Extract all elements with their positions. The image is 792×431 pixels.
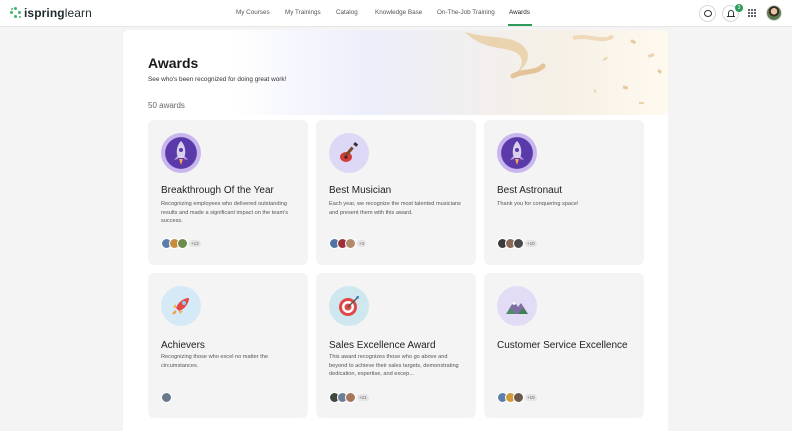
nav-knowledge-base[interactable]: Knowledge Base bbox=[375, 9, 422, 16]
awards-panel: Awards See who's been recognized for doi… bbox=[123, 30, 668, 431]
header-banner: Awards See who's been recognized for doi… bbox=[123, 30, 668, 115]
award-description: Each year, we recognize the most talente… bbox=[329, 201, 461, 216]
main-nav: My Courses My Trainings Catalog Knowledg… bbox=[0, 0, 792, 27]
guitar-icon bbox=[329, 133, 369, 173]
award-title: Sales Excellence Award bbox=[329, 340, 436, 351]
more-recipients-count: +10 bbox=[525, 239, 537, 247]
more-recipients-count: +19 bbox=[525, 393, 537, 401]
avatar bbox=[345, 237, 356, 249]
target-icon bbox=[329, 286, 369, 326]
award-description: Recognizing those who excel no matter th… bbox=[161, 354, 268, 369]
award-description: This award recognizes those who go above… bbox=[329, 354, 459, 377]
chat-button[interactable] bbox=[699, 5, 716, 22]
chat-bubble-icon bbox=[704, 10, 712, 17]
award-card[interactable]: Best Musician Each year, we recognize th… bbox=[316, 120, 476, 265]
award-title: Customer Service Excellence bbox=[497, 340, 628, 351]
rocket-medal-icon bbox=[161, 133, 201, 173]
avatar bbox=[177, 237, 188, 249]
apps-grid-icon[interactable] bbox=[748, 9, 756, 17]
active-nav-indicator bbox=[508, 24, 532, 26]
recipient-avatars[interactable]: +13 bbox=[161, 237, 201, 249]
recipient-avatars[interactable]: +10 bbox=[497, 237, 537, 249]
avatar bbox=[513, 391, 524, 403]
page-subtitle: See who's been recognized for doing grea… bbox=[148, 76, 287, 83]
nav-my-courses[interactable]: My Courses bbox=[236, 9, 270, 16]
award-card[interactable]: Sales Excellence Award This award recogn… bbox=[316, 273, 476, 418]
award-card[interactable]: Customer Service Excellence +19 bbox=[484, 273, 644, 418]
avatar bbox=[345, 391, 356, 403]
nav-catalog[interactable]: Catalog bbox=[336, 9, 358, 16]
page-title: Awards bbox=[148, 55, 199, 71]
user-avatar[interactable] bbox=[766, 5, 782, 21]
awards-count: 50 awards bbox=[148, 101, 185, 110]
rocket-icon bbox=[161, 286, 201, 326]
rocket-medal-icon bbox=[497, 133, 537, 173]
more-recipients-count: +3 bbox=[357, 239, 367, 247]
bell-icon-base bbox=[727, 16, 735, 18]
award-title: Best Astronaut bbox=[497, 185, 563, 196]
recipient-avatars[interactable]: +21 bbox=[329, 391, 369, 403]
award-title: Achievers bbox=[161, 340, 205, 351]
recipient-avatars[interactable]: +19 bbox=[497, 391, 537, 403]
award-title: Breakthrough Of the Year bbox=[161, 185, 274, 196]
recipient-avatars[interactable] bbox=[161, 391, 172, 403]
award-card[interactable]: Breakthrough Of the Year Recognizing emp… bbox=[148, 120, 308, 265]
mountain-icon bbox=[497, 286, 537, 326]
more-recipients-count: +13 bbox=[189, 239, 201, 247]
award-title: Best Musician bbox=[329, 185, 392, 196]
award-card[interactable]: Achievers Recognizing those who excel no… bbox=[148, 273, 308, 418]
recipient-avatars[interactable]: +3 bbox=[329, 237, 367, 249]
nav-on-the-job-training[interactable]: On-The-Job Training bbox=[437, 9, 495, 16]
nav-awards[interactable]: Awards bbox=[509, 9, 530, 16]
nav-my-trainings[interactable]: My Trainings bbox=[285, 9, 321, 16]
award-card[interactable]: Best Astronaut Thank you for conquering … bbox=[484, 120, 644, 265]
top-bar: ispringlearn My Courses My Trainings Cat… bbox=[0, 0, 792, 27]
confetti-ribbon-illustration bbox=[465, 32, 663, 104]
award-description: Thank you for conquering space! bbox=[497, 201, 579, 207]
avatar bbox=[161, 391, 172, 403]
more-recipients-count: +21 bbox=[357, 393, 369, 401]
notification-badge: 3 bbox=[735, 4, 743, 12]
award-description: Recognizing employees who delivered outs… bbox=[161, 201, 288, 224]
avatar bbox=[513, 237, 524, 249]
